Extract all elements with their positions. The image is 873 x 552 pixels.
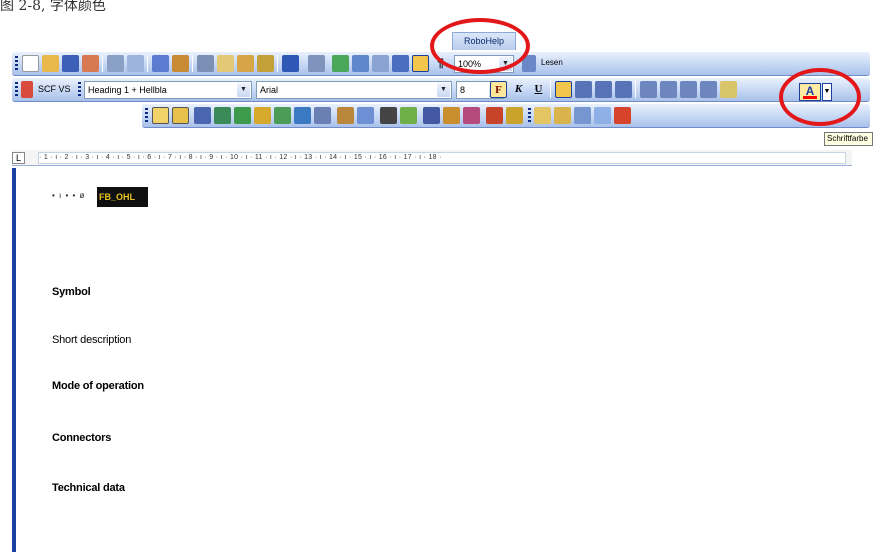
justify-icon[interactable]: [615, 81, 632, 98]
toolbar-grip[interactable]: [15, 56, 18, 72]
insert-table-icon[interactable]: [372, 55, 389, 72]
ruler-scale[interactable]: · 1 · ı · 2 · ı · 3 · ı · 4 · ı · 5 · ı …: [38, 152, 846, 164]
paste-icon[interactable]: [237, 55, 254, 72]
highlight-circle-robohelp: [430, 18, 530, 74]
separator: [635, 81, 636, 98]
tab-selector[interactable]: L: [12, 152, 25, 164]
font-size-value: 8: [460, 85, 466, 95]
permission-icon[interactable]: [82, 55, 99, 72]
toolbar-grip[interactable]: [78, 82, 81, 98]
separator: [550, 81, 551, 98]
toolbar-grip[interactable]: [15, 82, 18, 98]
sound-icon[interactable]: [314, 107, 331, 124]
cut-icon[interactable]: [197, 55, 214, 72]
style-value: Heading 1 + Hellbla: [88, 85, 167, 95]
italic-button[interactable]: K: [510, 81, 527, 98]
list-icon[interactable]: [594, 107, 611, 124]
font-color-tooltip: Schriftfarbe: [824, 132, 873, 146]
hyperlink-icon[interactable]: [332, 55, 349, 72]
separator: [147, 55, 148, 72]
drawing-icon[interactable]: [412, 55, 429, 72]
redo-icon[interactable]: [308, 55, 325, 72]
copy-icon[interactable]: [217, 55, 234, 72]
columns-icon[interactable]: [392, 55, 409, 72]
related-topics-icon[interactable]: [234, 107, 251, 124]
save-icon[interactable]: [62, 55, 79, 72]
find-icon[interactable]: [380, 107, 397, 124]
separator: [277, 55, 278, 72]
toolbar-grip[interactable]: [145, 108, 148, 124]
separator: [102, 55, 103, 72]
tag-icon[interactable]: [614, 107, 631, 124]
popup-icon[interactable]: [214, 107, 231, 124]
book-icon[interactable]: [554, 107, 571, 124]
style-pane-label[interactable]: SCF VS: [35, 81, 73, 99]
undo-icon[interactable]: [282, 55, 299, 72]
chart-icon[interactable]: [294, 107, 311, 124]
zoom-icon[interactable]: [574, 107, 591, 124]
compile-icon[interactable]: [463, 107, 480, 124]
heading-symbol[interactable]: Symbol: [52, 286, 91, 298]
align-center-icon[interactable]: [575, 81, 592, 98]
numbering-icon[interactable]: [640, 81, 657, 98]
align-left-icon[interactable]: [555, 81, 572, 98]
decrease-indent-icon[interactable]: [680, 81, 697, 98]
properties-icon[interactable]: [506, 107, 523, 124]
align-right-icon[interactable]: [595, 81, 612, 98]
check-icon[interactable]: [400, 107, 417, 124]
spelling-icon[interactable]: [152, 55, 169, 72]
fb-block-name[interactable]: FB_OHL: [97, 187, 148, 207]
style-select[interactable]: Heading 1 + Hellbla ▼: [84, 81, 252, 99]
bold-button[interactable]: F: [490, 81, 507, 98]
window-icon[interactable]: [337, 107, 354, 124]
tools-icon[interactable]: [486, 107, 503, 124]
image-map-icon[interactable]: [274, 107, 291, 124]
underline-button[interactable]: U: [530, 81, 547, 98]
print-preview-icon[interactable]: [127, 55, 144, 72]
help-index-icon[interactable]: [172, 107, 189, 124]
font-value: Arial: [260, 85, 279, 95]
robohelp-toolbar: [142, 104, 870, 128]
font-select[interactable]: Arial ▼: [256, 81, 452, 99]
separator: [192, 55, 193, 72]
read-button[interactable]: Lesen: [538, 55, 574, 73]
text-short-description[interactable]: Short description: [52, 334, 131, 346]
figure-caption: 图 2-8, 字体颜色: [0, 0, 106, 14]
print-icon[interactable]: [107, 55, 124, 72]
bullets-icon[interactable]: [660, 81, 677, 98]
styles-pane-icon[interactable]: [21, 81, 33, 98]
formatting-toolbar: SCF VS Heading 1 + Hellbla ▼ Arial ▼ 8 ▼…: [12, 78, 870, 102]
key-icon[interactable]: [254, 107, 271, 124]
chevron-down-icon[interactable]: ▼: [237, 83, 250, 97]
border-icon[interactable]: [720, 81, 737, 98]
increase-indent-icon[interactable]: [700, 81, 717, 98]
chevron-down-icon[interactable]: ▼: [437, 83, 450, 97]
search-icon[interactable]: [357, 107, 374, 124]
folder-icon[interactable]: [534, 107, 551, 124]
help-topic-icon[interactable]: [152, 107, 169, 124]
heading-mode-of-operation[interactable]: Mode of operation: [52, 380, 144, 392]
field-marks: • ı • • ø: [52, 191, 86, 200]
view-icon[interactable]: [443, 107, 460, 124]
heading-connectors[interactable]: Connectors: [52, 432, 111, 444]
build-icon[interactable]: [423, 107, 440, 124]
heading-technical-data[interactable]: Technical data: [52, 482, 125, 494]
tables-borders-icon[interactable]: [352, 55, 369, 72]
read-button-label: Lesen: [541, 58, 563, 67]
format-painter-icon[interactable]: [257, 55, 274, 72]
toolbar-grip[interactable]: [528, 108, 531, 124]
research-icon[interactable]: [172, 55, 189, 72]
page-left-edge: [12, 168, 16, 552]
link-icon[interactable]: [194, 107, 211, 124]
highlight-circle-font-color: [779, 68, 861, 126]
open-folder-icon[interactable]: [42, 55, 59, 72]
new-document-icon[interactable]: [22, 55, 39, 72]
